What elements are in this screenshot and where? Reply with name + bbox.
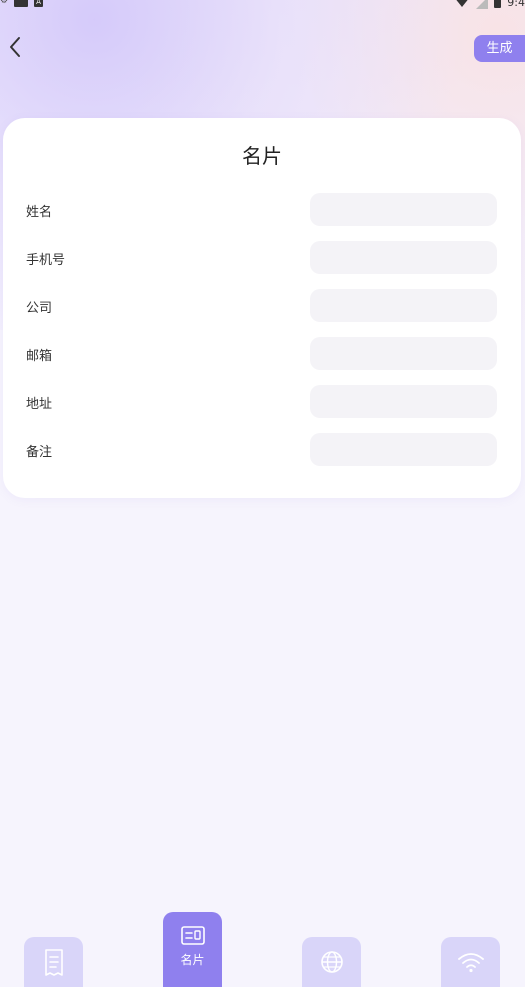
form-row-company: 公司	[3, 289, 521, 322]
notification-icon: ⚙	[0, 0, 9, 6]
address-input[interactable]	[310, 385, 497, 418]
wifi-icon	[457, 951, 485, 973]
name-label: 姓名	[26, 205, 53, 220]
tab-wifi[interactable]	[441, 937, 500, 987]
email-input[interactable]	[310, 337, 497, 370]
company-input[interactable]	[310, 289, 497, 322]
note-input[interactable]	[310, 433, 497, 466]
status-bar-left-icons: ⚙ A	[0, 0, 44, 7]
card-title: 名片	[242, 144, 282, 168]
tab-receipt[interactable]	[24, 937, 83, 987]
receipt-icon	[44, 949, 64, 977]
email-label: 邮箱	[26, 349, 53, 364]
note-label: 备注	[26, 445, 53, 460]
battery-icon	[494, 0, 502, 8]
tab-business-card[interactable]: 名片	[163, 912, 222, 987]
globe-icon	[320, 950, 344, 974]
tab-web[interactable]	[302, 937, 361, 987]
business-card-form: 名片 姓名 手机号 公司 邮箱 地址 备注	[3, 118, 521, 498]
tab-business-card-label: 名片	[180, 953, 205, 967]
phone-input[interactable]	[310, 241, 497, 274]
chevron-left-icon	[10, 37, 20, 57]
sim-card-icon	[14, 0, 29, 7]
form-row-note: 备注	[3, 433, 521, 466]
form-row-name: 姓名	[3, 193, 521, 226]
form-row-email: 邮箱	[3, 337, 521, 370]
cell-signal-icon	[476, 0, 489, 9]
form-row-address: 地址	[3, 385, 521, 418]
form-row-phone: 手机号	[3, 241, 521, 274]
back-button[interactable]	[4, 34, 26, 60]
company-label: 公司	[26, 301, 53, 316]
name-input[interactable]	[310, 193, 497, 226]
status-bar: ⚙ A 9:4	[0, 0, 525, 14]
id-card-icon	[180, 926, 205, 945]
phone-label: 手机号	[26, 253, 66, 268]
generate-button[interactable]: 生成	[474, 35, 525, 62]
address-label: 地址	[26, 397, 53, 412]
status-time: 9:4	[507, 0, 525, 9]
keyboard-icon: A	[34, 0, 44, 7]
wifi-signal-icon	[454, 0, 471, 7]
status-bar-right-icons: 9:4	[454, 0, 525, 9]
